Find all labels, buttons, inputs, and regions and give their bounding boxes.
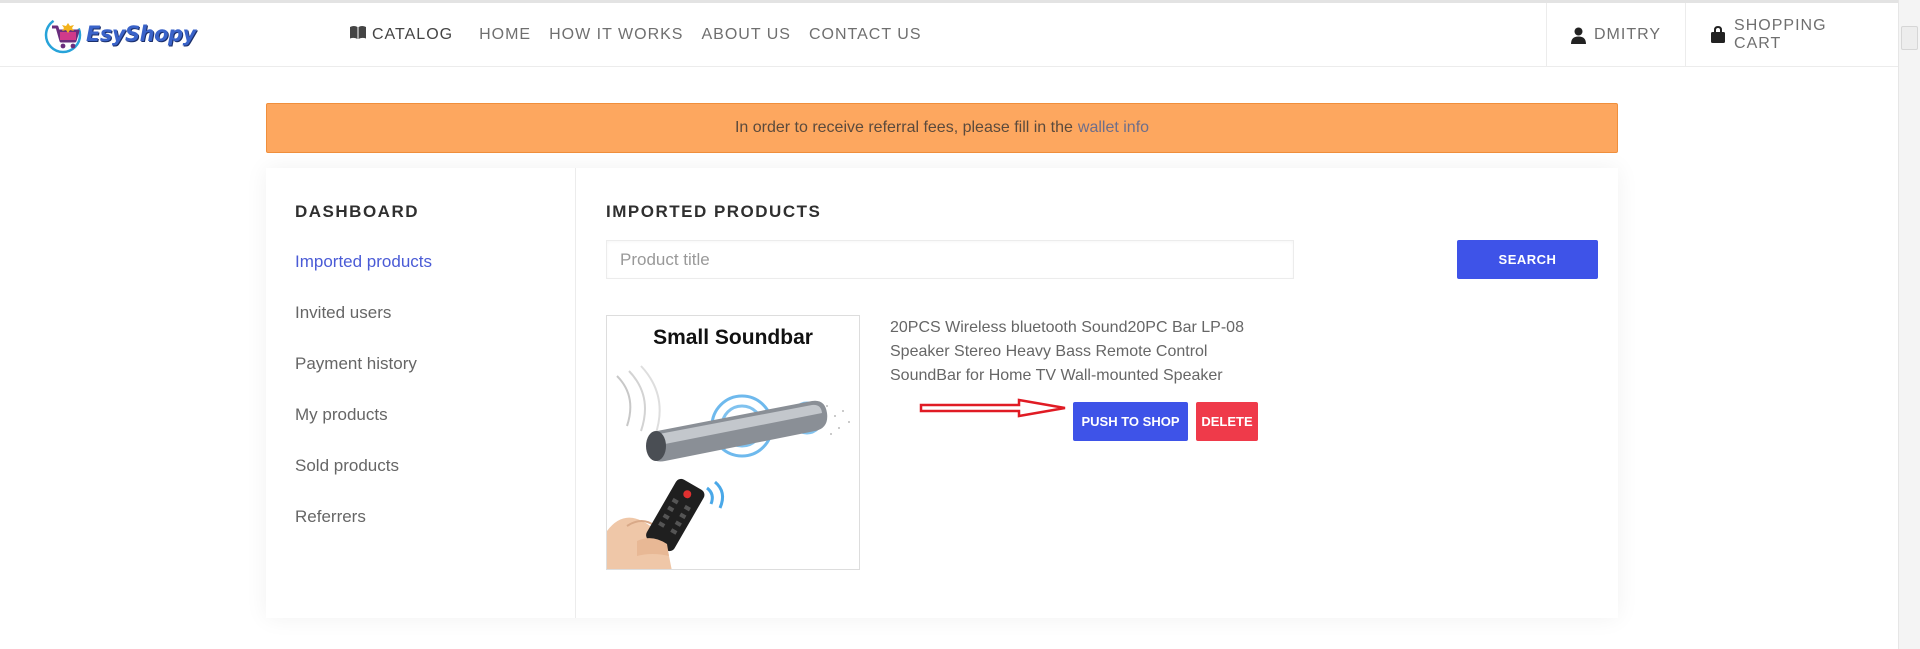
user-menu[interactable]: DMITRY bbox=[1546, 3, 1685, 67]
top-navbar: EsyShopy CATALOG HOME HOW IT WORKS ABOUT… bbox=[0, 3, 1898, 67]
main-nav: CATALOG HOME HOW IT WORKS ABOUT US CONTA… bbox=[349, 3, 940, 67]
search-button[interactable]: SEARCH bbox=[1457, 240, 1598, 279]
nav-catalog[interactable]: CATALOG bbox=[349, 25, 453, 45]
sidebar-item-my-products[interactable]: My products bbox=[295, 405, 388, 425]
browser-scrollbar[interactable] bbox=[1898, 0, 1920, 649]
sidebar-title: DASHBOARD bbox=[295, 202, 419, 221]
nav-right: DMITRY SHOPPING CART bbox=[1546, 3, 1898, 67]
shopping-cart-logo-icon bbox=[44, 16, 82, 54]
alert-text: In order to receive referral fees, pleas… bbox=[734, 119, 1073, 136]
user-name: DMITRY bbox=[1594, 26, 1662, 43]
shopping-cart-link[interactable]: SHOPPING CART bbox=[1685, 3, 1898, 67]
sidebar-item-sold-products[interactable]: Sold products bbox=[295, 456, 399, 476]
nav-catalog-label: CATALOG bbox=[372, 26, 454, 43]
soundbar-illustration bbox=[607, 365, 850, 569]
sidebar-item-referrers[interactable]: Referrers bbox=[295, 507, 366, 527]
page-title: IMPORTED PRODUCTS bbox=[606, 202, 822, 221]
nav-about-us[interactable]: ABOUT US bbox=[701, 26, 791, 44]
scrollbar-thumb[interactable] bbox=[1901, 26, 1918, 50]
sidebar-item-imported-products[interactable]: Imported products bbox=[295, 252, 432, 272]
nav-contact-us[interactable]: CONTACT US bbox=[809, 26, 922, 44]
dashboard-sidebar: DASHBOARD Imported products Invited user… bbox=[266, 168, 576, 618]
product-image: Small Soundbar bbox=[606, 315, 860, 570]
shopping-bag-icon bbox=[1710, 26, 1726, 44]
brand-name: EsyShopy bbox=[86, 22, 196, 46]
product-title: 20PCS Wireless bluetooth Sound20PC Bar L… bbox=[890, 319, 1244, 384]
nav-how-it-works[interactable]: HOW IT WORKS bbox=[549, 26, 683, 44]
brand-logo[interactable]: EsyShopy bbox=[44, 13, 196, 57]
nav-home[interactable]: HOME bbox=[479, 26, 531, 44]
delete-button[interactable]: DELETE bbox=[1196, 402, 1258, 441]
dashboard-card: DASHBOARD Imported products Invited user… bbox=[266, 168, 1618, 618]
sidebar-item-payment-history[interactable]: Payment history bbox=[295, 354, 417, 374]
book-icon bbox=[349, 25, 367, 45]
push-to-shop-button[interactable]: PUSH TO SHOP bbox=[1073, 402, 1188, 441]
referral-alert: In order to receive referral fees, pleas… bbox=[266, 103, 1618, 153]
sidebar-item-invited-users[interactable]: Invited users bbox=[295, 303, 391, 323]
user-icon bbox=[1571, 27, 1586, 44]
product-title-search-input[interactable] bbox=[606, 240, 1294, 279]
wallet-info-link[interactable]: wallet info bbox=[1078, 119, 1149, 137]
red-arrow-annotation bbox=[919, 398, 1066, 418]
shopping-cart-label: SHOPPING CART bbox=[1734, 17, 1827, 52]
